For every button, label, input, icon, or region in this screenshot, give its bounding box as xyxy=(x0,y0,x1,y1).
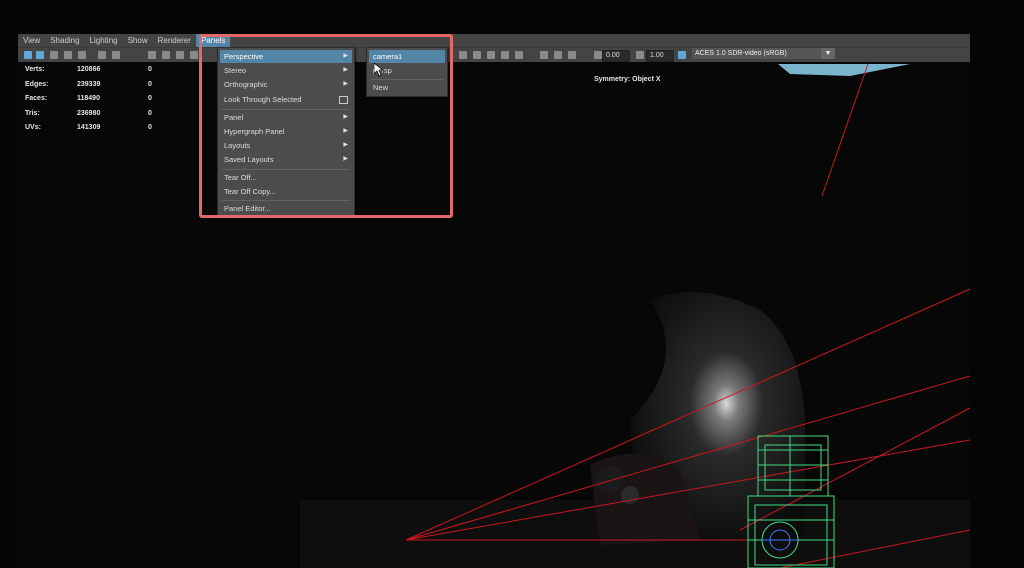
smooth-shade-icon[interactable] xyxy=(473,51,481,59)
menu-renderer[interactable]: Renderer xyxy=(153,34,196,47)
color-space-value: ACES 1.0 SDR-video (sRGB) xyxy=(695,50,787,57)
hud-selected: 0 xyxy=(148,66,152,73)
hud-selected: 0 xyxy=(148,109,152,117)
exposure-field[interactable]: 0.00 xyxy=(602,50,630,62)
hud-value: 239339 xyxy=(77,80,101,88)
hud-label: Faces: xyxy=(25,95,48,102)
hud-value: 118490 xyxy=(77,95,100,102)
grid-icon[interactable] xyxy=(78,51,86,59)
camera-attributes-icon[interactable] xyxy=(36,51,44,59)
hud-row: UVs: 141309 0 xyxy=(25,121,225,136)
hud-selected: 0 xyxy=(148,80,152,88)
hud-row: Faces: 118490 0 xyxy=(25,92,225,107)
gamma-icon[interactable] xyxy=(636,51,644,59)
bookmark-icon[interactable] xyxy=(50,51,58,59)
poly-count-hud: Verts: 120866 0 Edges: 239339 0 Faces: 1… xyxy=(25,63,225,136)
safe-action-icon[interactable] xyxy=(176,51,184,59)
hud-value: 141309 xyxy=(77,124,101,131)
safe-title-icon[interactable] xyxy=(190,51,198,59)
xray-joints-icon[interactable] xyxy=(554,51,562,59)
menu-show[interactable]: Show xyxy=(123,34,153,47)
shadows-icon[interactable] xyxy=(515,51,523,59)
exposure-icon[interactable] xyxy=(594,51,602,59)
textured-icon[interactable] xyxy=(487,51,495,59)
gate-mask-icon[interactable] xyxy=(148,51,156,59)
hud-row: Verts: 120866 0 xyxy=(25,63,225,78)
image-plane-icon[interactable] xyxy=(64,51,72,59)
hud-row: Edges: 239339 0 xyxy=(25,78,225,93)
hud-label: Tris: xyxy=(25,109,40,117)
color-management-icon[interactable] xyxy=(678,51,686,59)
hud-label: Verts: xyxy=(25,66,45,73)
hud-value: 236980 xyxy=(77,109,101,117)
symmetry-label: Symmetry: Object X xyxy=(594,76,661,83)
xray-components-icon[interactable] xyxy=(568,51,576,59)
menu-view[interactable]: View xyxy=(18,34,45,47)
menu-lighting[interactable]: Lighting xyxy=(85,34,123,47)
gamma-field[interactable]: 1.00 xyxy=(646,50,674,62)
hud-label: Edges: xyxy=(25,80,49,88)
xray-icon[interactable] xyxy=(540,51,548,59)
film-gate-icon[interactable] xyxy=(98,51,106,59)
chevron-down-icon: ▼ xyxy=(821,48,835,59)
select-camera-icon[interactable] xyxy=(24,51,32,59)
callout-highlight-box xyxy=(199,34,453,218)
lights-icon[interactable] xyxy=(501,51,509,59)
field-chart-icon[interactable] xyxy=(162,51,170,59)
hud-label: UVs: xyxy=(25,124,41,131)
resolution-gate-icon[interactable] xyxy=(112,51,120,59)
color-space-dropdown[interactable]: ACES 1.0 SDR-video (sRGB) ▼ xyxy=(692,48,835,59)
hud-row: Tris: 236980 0 xyxy=(25,107,225,122)
hud-selected: 0 xyxy=(148,95,152,102)
menu-shading[interactable]: Shading xyxy=(45,34,84,47)
wireframe-icon[interactable] xyxy=(459,51,467,59)
hud-selected: 0 xyxy=(148,124,152,131)
panel-menubar: View Shading Lighting Show Renderer Pane… xyxy=(18,34,970,47)
hud-value: 120866 xyxy=(77,66,101,73)
